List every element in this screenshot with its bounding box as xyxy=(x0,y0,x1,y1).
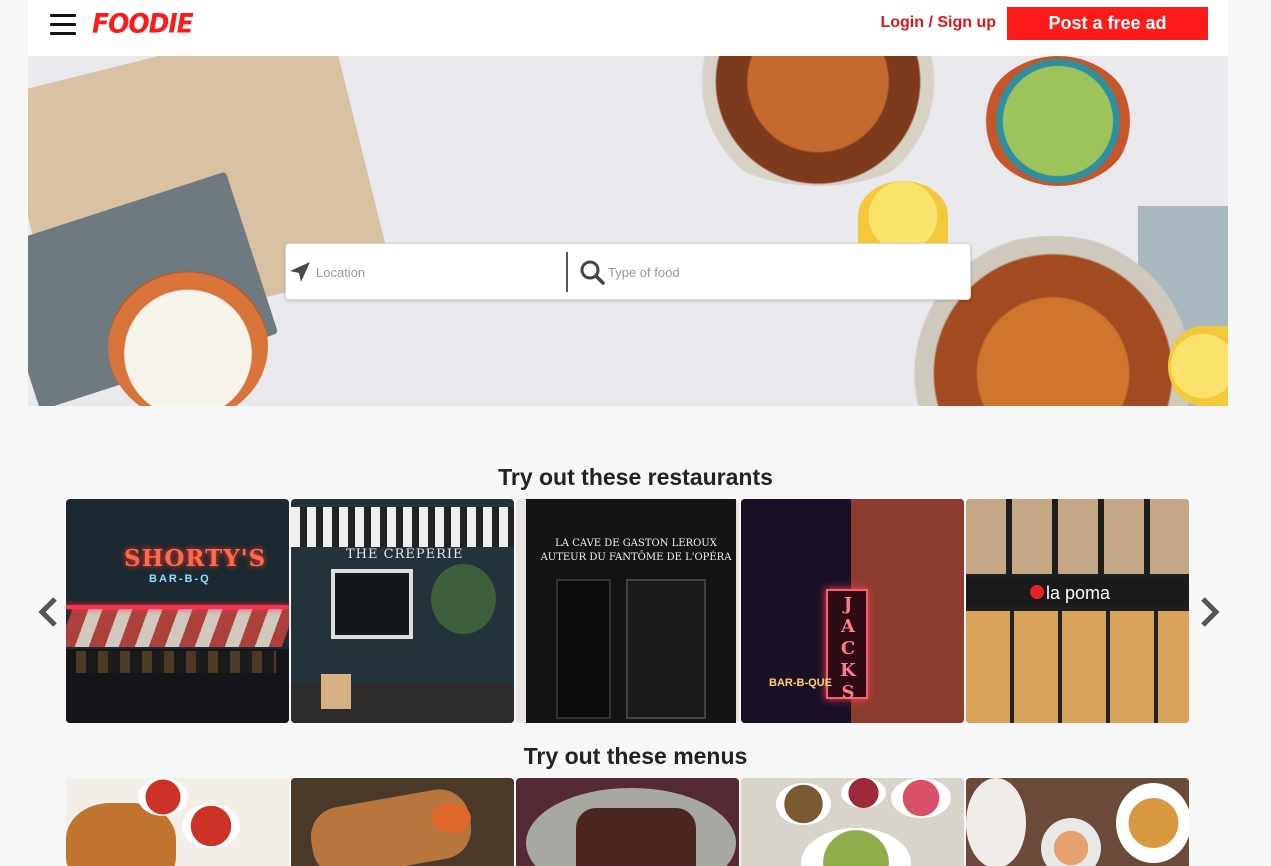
restaurant-upper-windows xyxy=(966,499,1189,574)
menu-plate xyxy=(966,778,1026,866)
menu-card[interactable] xyxy=(291,778,514,866)
chevron-left-icon[interactable] xyxy=(36,596,60,628)
menu-card[interactable] xyxy=(516,778,739,866)
restaurant-window xyxy=(331,569,413,639)
menu-plate xyxy=(801,828,911,866)
menus-section-title: Try out these menus xyxy=(523,743,748,769)
restaurant-sign: la poma xyxy=(1046,583,1111,603)
menu-bowl xyxy=(841,778,886,808)
restaurant-card[interactable]: SHORTY'S BAR-B-Q xyxy=(66,499,289,723)
hero-fries-bowl xyxy=(678,56,958,186)
hamburger-menu-icon[interactable] xyxy=(50,14,76,36)
menu-card[interactable] xyxy=(966,778,1189,866)
restaurant-sign: SHORTY'S xyxy=(124,545,267,572)
restaurant-door xyxy=(556,579,611,719)
restaurant-card[interactable]: LA CAVE DE GASTON LEROUX AUTEUR DU FANTÔ… xyxy=(516,499,739,723)
menu-bowl xyxy=(891,778,951,818)
restaurant-stool xyxy=(321,674,351,709)
restaurants-carousel: SHORTY'S BAR-B-Q THE CRÊPERIE LA CAVE DE… xyxy=(66,499,1191,723)
logo[interactable]: FOODIE xyxy=(92,8,194,38)
restaurant-sign: THE CRÊPERIE xyxy=(346,547,464,562)
login-signup-link[interactable]: Login / Sign up xyxy=(880,14,996,32)
restaurant-tree xyxy=(431,564,496,634)
restaurants-section-title: Try out these restaurants xyxy=(498,464,773,490)
restaurant-awning xyxy=(291,507,514,547)
menu-plate xyxy=(1041,818,1101,866)
restaurant-subsign: BAR-B-QUE xyxy=(769,677,832,689)
menu-sauce-bowl xyxy=(182,804,240,848)
menu-plate xyxy=(1116,783,1189,863)
menu-card[interactable] xyxy=(66,778,289,866)
hero-banner xyxy=(28,56,1228,406)
top-header: FOODIE Login / Sign up Post a free ad xyxy=(28,0,1228,56)
restaurant-windows xyxy=(76,651,276,673)
restaurant-card[interactable]: JACKS BAR-B-QUE xyxy=(741,499,964,723)
restaurant-lower-windows xyxy=(966,611,1189,723)
menu-sauce-bowl xyxy=(138,778,188,816)
menu-bowl xyxy=(776,783,831,825)
restaurant-sign: JACKS xyxy=(840,594,856,703)
menus-carousel xyxy=(66,778,1191,866)
restaurant-sign: LA CAVE DE GASTON LEROUX AUTEUR DU FANTÔ… xyxy=(536,537,736,565)
restaurant-neon-strip xyxy=(66,605,289,609)
apple-logo-icon xyxy=(1030,585,1044,599)
restaurant-awning xyxy=(66,607,289,647)
menu-food xyxy=(576,808,696,866)
hero-lemon xyxy=(858,181,948,251)
restaurant-window xyxy=(626,579,706,719)
restaurant-sign-line: AUTEUR DU FANTÔME DE L'OPÉRA xyxy=(540,552,732,563)
search-divider xyxy=(566,252,568,292)
food-type-input[interactable] xyxy=(608,252,958,292)
restaurant-card[interactable]: la poma xyxy=(966,499,1189,723)
location-input[interactable] xyxy=(316,252,566,292)
post-free-ad-button[interactable]: Post a free ad xyxy=(1007,7,1208,40)
restaurant-card[interactable]: THE CRÊPERIE xyxy=(291,499,514,723)
location-arrow-icon xyxy=(290,262,310,282)
chevron-right-icon[interactable] xyxy=(1198,596,1222,628)
restaurant-sign-line: LA CAVE DE GASTON LEROUX xyxy=(555,538,717,549)
search-bar xyxy=(285,243,971,300)
search-icon[interactable] xyxy=(579,259,605,285)
menu-card[interactable] xyxy=(741,778,964,866)
hero-guacamole-bowl xyxy=(983,56,1133,186)
menu-garnish xyxy=(431,803,471,833)
restaurant-subsign: BAR-B-Q xyxy=(149,573,211,585)
